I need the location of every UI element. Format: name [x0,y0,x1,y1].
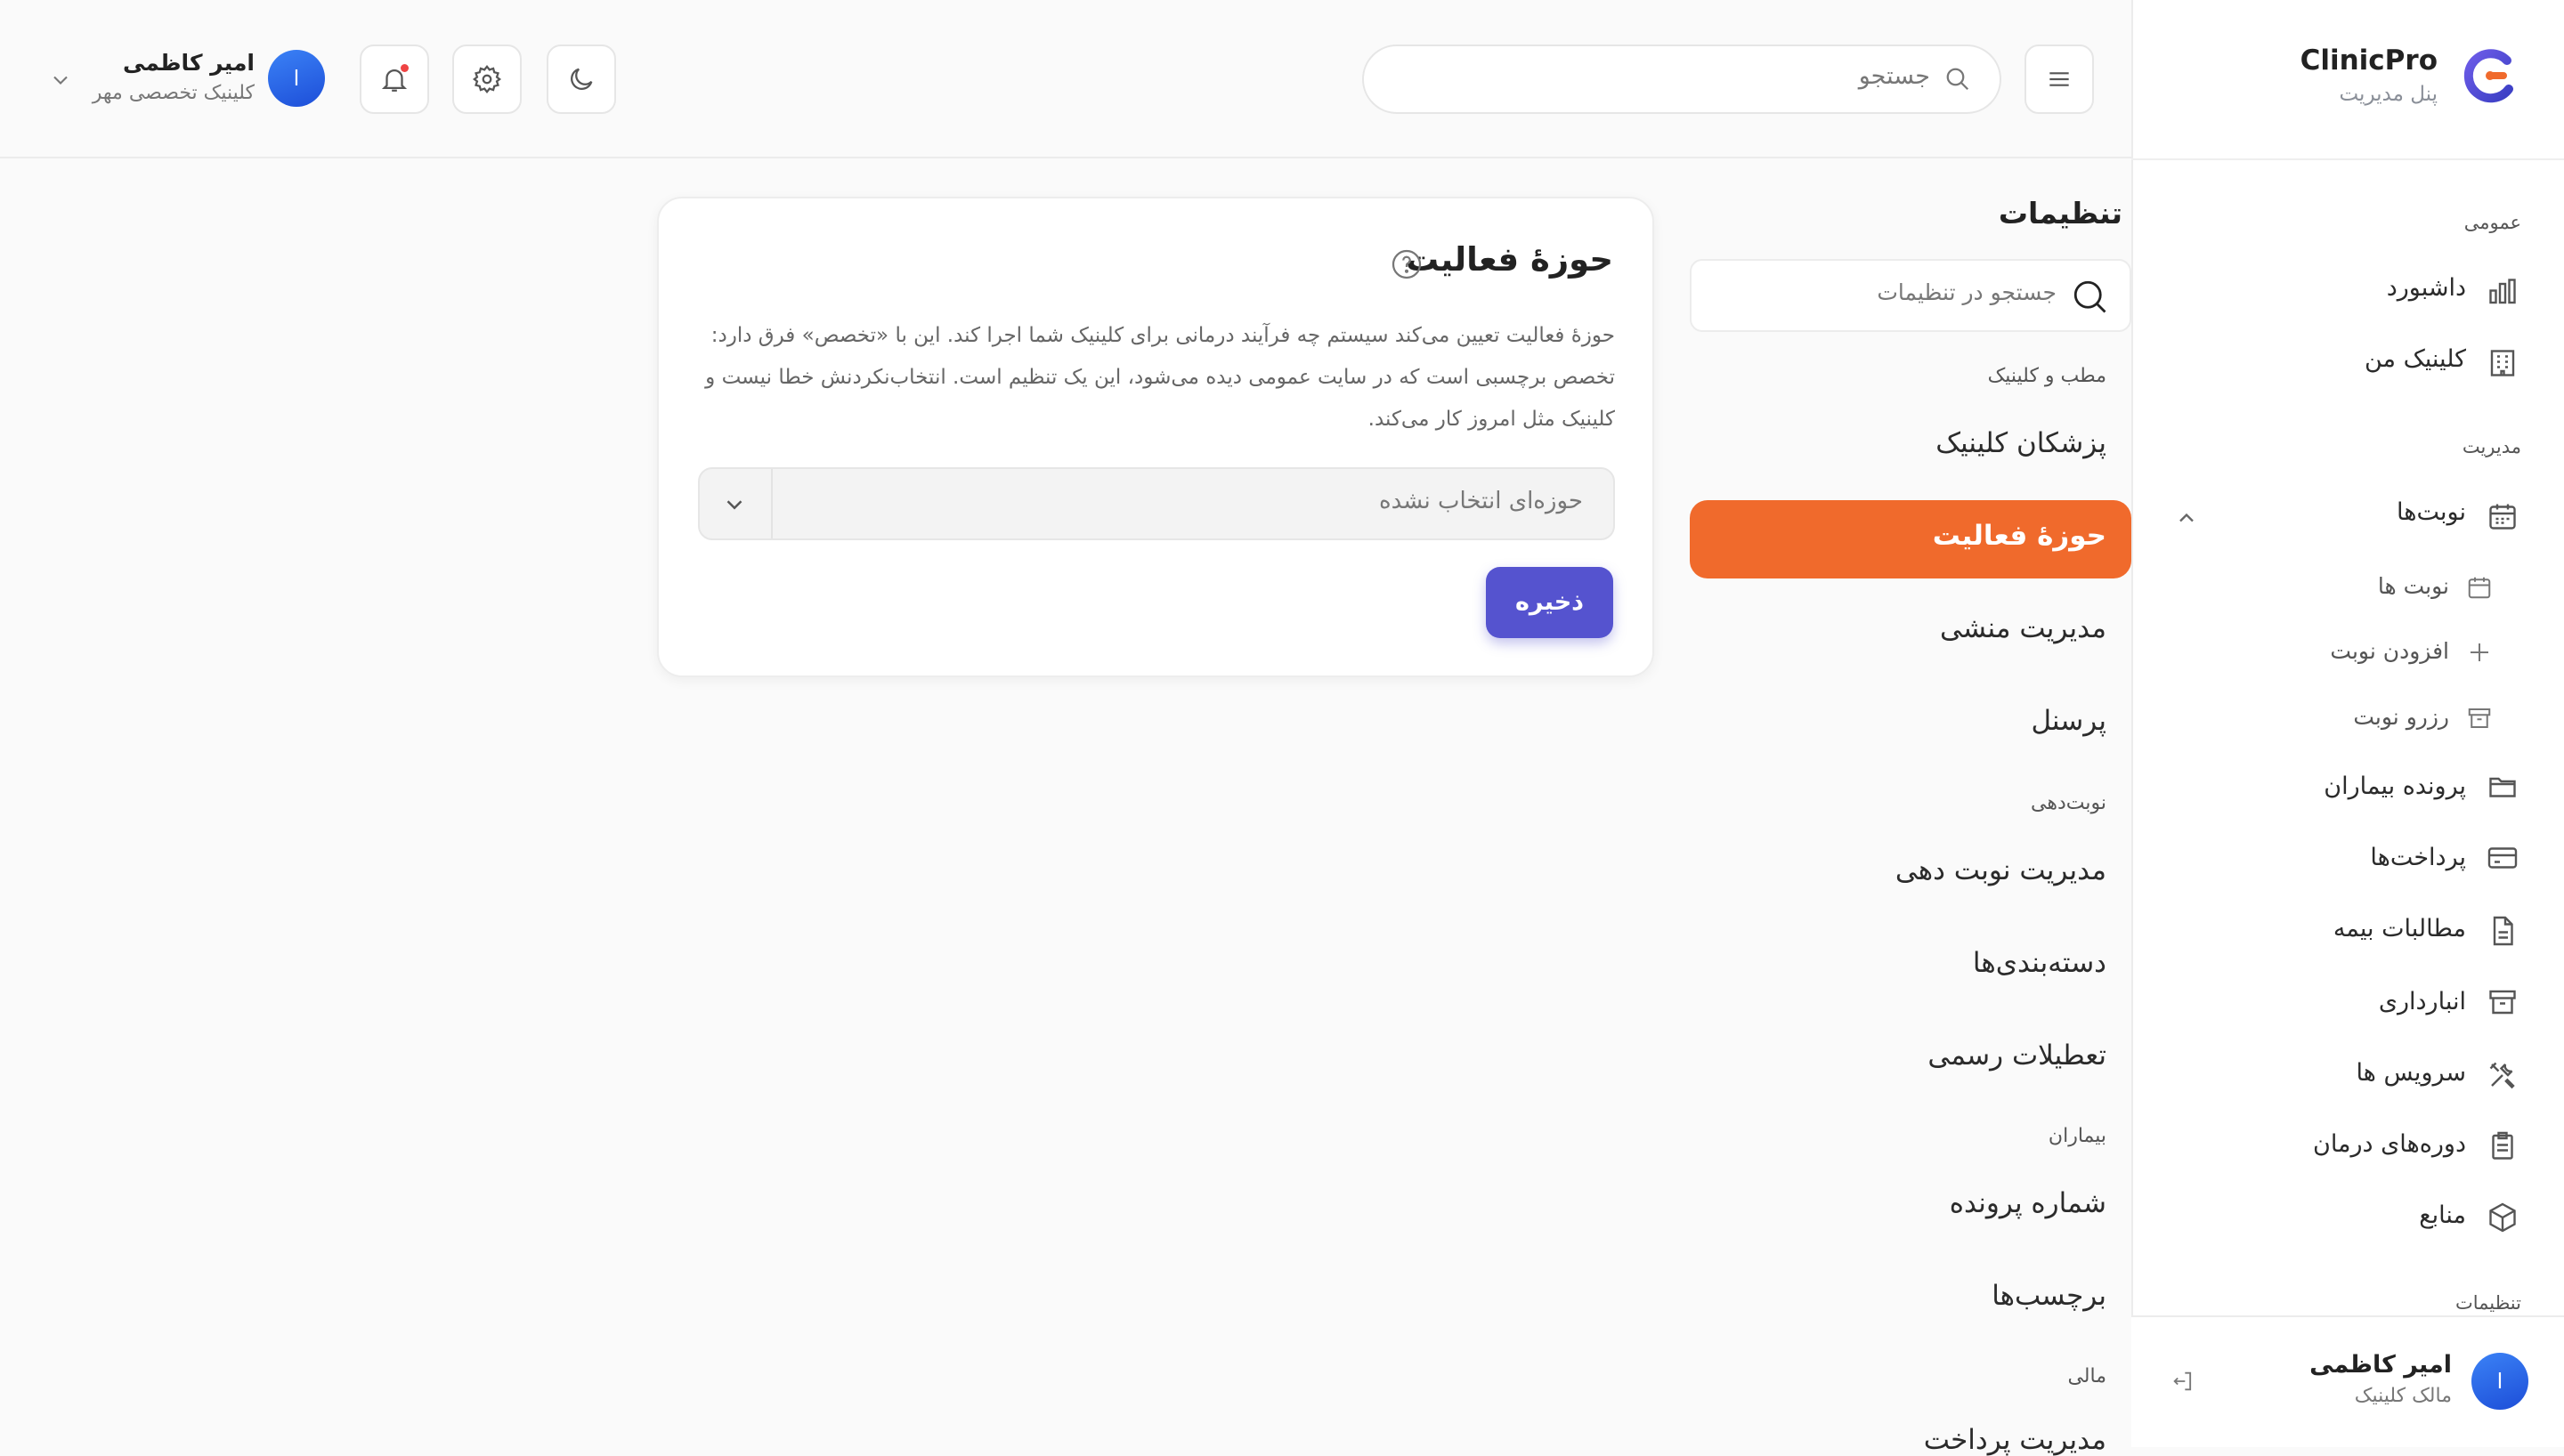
select-value: حوزه‌ای انتخاب نشده [1379,488,1583,514]
calendar-icon [2489,504,2516,530]
card-title: حوزهٔ فعالیت [1405,240,1613,279]
select-divider [771,469,773,538]
sidebar-item-patient-records[interactable]: پرونده بیماران [2324,772,2466,800]
save-button[interactable]: ذخیره [1486,567,1613,638]
sidebar-item-appointments[interactable]: نوبت‌ها [2397,498,2466,526]
header-user-name[interactable]: امیر کاظمی [84,50,255,76]
clipboard-icon [2492,1131,2513,1160]
folder-icon [2489,777,2516,797]
hamburger-icon [2049,72,2069,86]
settings-group-office: مطب و کلینیک [1987,365,2106,387]
settings-item-holidays[interactable]: تعطیلات رسمی [1927,1039,2106,1072]
menu-toggle-button[interactable] [2024,44,2094,114]
sidebar-section-general: عمومی [2463,212,2521,233]
sidebar-subitem-appointments-list[interactable]: نوبت ها [2378,573,2449,599]
archive-icon [2489,990,2516,1015]
avatar[interactable]: ا [2471,1353,2528,1410]
settings-item-schedule-management[interactable]: مدیریت نوبت دهی [1895,854,2106,886]
sidebar-user-role: مالک کلینیک [2354,1385,2452,1407]
search-icon [1946,68,1969,91]
settings-item-staff[interactable]: پرسنل [2031,705,2106,737]
chart-bars-icon [2489,279,2516,304]
settings-group-finance: مالی [2067,1365,2106,1387]
settings-group-scheduling: نوبت‌دهی [2031,792,2106,814]
building-icon [2490,350,2515,376]
cube-icon [2489,1202,2516,1233]
sidebar-item-services[interactable]: سرویس ها [2356,1059,2466,1087]
tools-icon [2489,1062,2515,1089]
chevron-down-icon[interactable] [721,491,748,518]
archive-box-icon [2468,708,2491,728]
sidebar-user-name: امیر کاظمی [2309,1351,2452,1379]
search-placeholder: جستجو [1858,62,1930,90]
settings-item-record-number[interactable]: شماره پرونده [1950,1187,2106,1219]
settings-item-activity-scope-label: حوزهٔ فعالیت [1932,520,2106,552]
settings-title: تنظیمات [1998,196,2122,231]
sidebar-item-treatment-courses[interactable]: دوره‌های درمان [2313,1130,2466,1158]
sidebar-divider [2131,158,2564,160]
brand-name: ClinicPro [2300,44,2438,77]
calendar-small-icon [2468,577,2491,599]
sidebar-item-resources[interactable]: منابع [2419,1201,2466,1229]
sidebar-section-management: مدیریت [2462,436,2521,457]
settings-item-categories[interactable]: دسته‌بندی‌ها [1973,947,2106,979]
settings-item-doctors[interactable]: پزشکان کلینیک [1935,427,2106,459]
avatar[interactable]: ا [268,50,325,107]
sidebar-section-settings: تنظیمات [2454,1292,2521,1314]
sidebar-subitem-add-appointment[interactable]: افزودن نوبت [2330,638,2449,664]
help-icon[interactable] [1391,248,1423,280]
sidebar-item-insurance-claims[interactable]: مطالبات بیمه [2333,915,2466,942]
brand-subtitle: پنل مدیریت [2339,83,2438,106]
credit-card-icon [2487,847,2518,869]
header-user-clinic: کلینیک تخصصی مهر [92,82,255,104]
settings-item-tags[interactable]: برچسب‌ها [1992,1280,2106,1312]
settings-group-patients: بیماران [2048,1125,2106,1147]
logout-icon[interactable] [2170,1369,2195,1394]
moon-icon [571,68,593,90]
settings-item-payment-management[interactable]: مدیریت پرداخت [1924,1424,2106,1456]
settings-search-placeholder: جستجو در تنظیمات [1877,279,2057,305]
sidebar-item-payments[interactable]: پرداخت‌ها [2370,844,2466,871]
search-icon [2073,280,2106,313]
sidebar-item-dashboard[interactable]: داشبورد [2387,274,2466,302]
notification-dot [401,64,409,72]
chevron-up-icon[interactable] [2174,506,2199,530]
chevron-down-icon[interactable] [48,68,73,93]
plus-icon [2471,643,2488,661]
card-description: حوزهٔ فعالیت تعیین می‌کند سیستم چه فرآین… [705,324,1615,431]
sidebar-item-warehouse[interactable]: انبارداری [2379,988,2466,1015]
sidebar-subitem-reserve-appointment[interactable]: رزرو نوبت [2353,704,2449,730]
gear-icon [472,65,502,93]
clinicpro-logo-icon [2463,49,2513,103]
sidebar-item-my-clinic[interactable]: کلینیک من [2365,345,2466,373]
document-icon [2493,916,2513,946]
settings-item-secretary[interactable]: مدیریت منشی [1940,612,2106,644]
